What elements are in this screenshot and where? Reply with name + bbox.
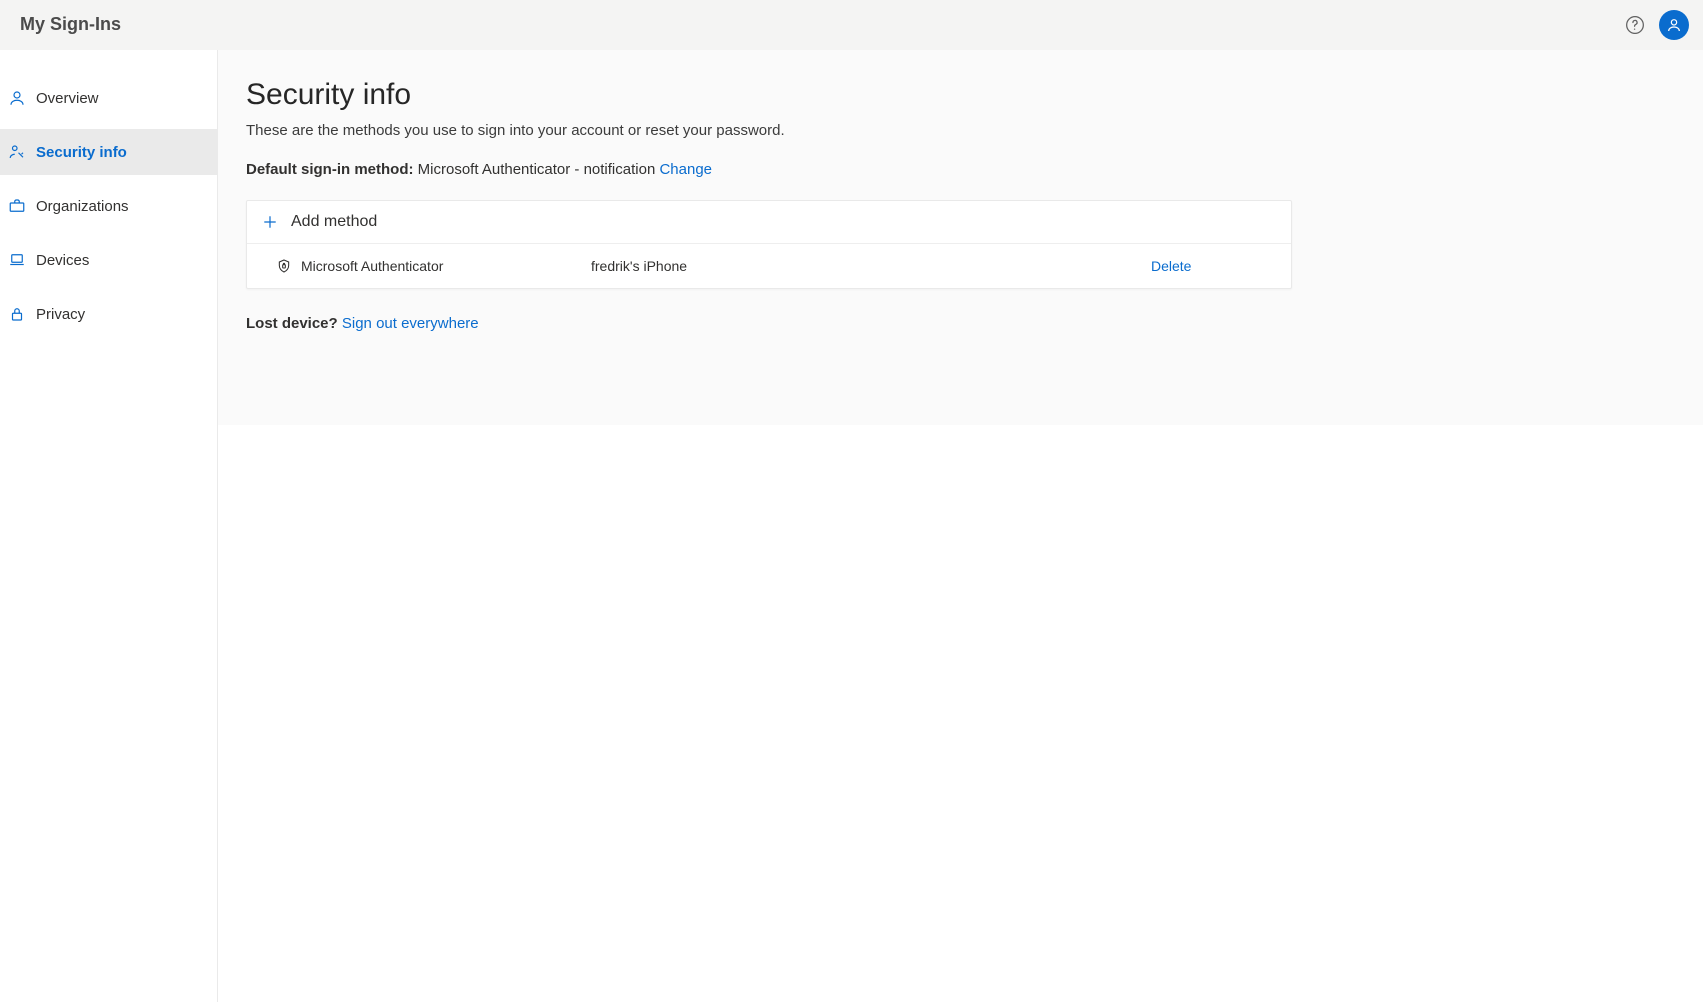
default-signin-value: Microsoft Authenticator - notification bbox=[418, 161, 656, 178]
method-row: Microsoft Authenticator fredrik's iPhone… bbox=[247, 244, 1291, 288]
method-device: fredrik's iPhone bbox=[591, 258, 1151, 274]
sidebar-item-overview[interactable]: Overview bbox=[0, 75, 217, 121]
sidebar-item-label: Overview bbox=[36, 90, 99, 107]
delete-method-link[interactable]: Delete bbox=[1151, 258, 1191, 274]
sidebar-item-organizations[interactable]: Organizations bbox=[0, 183, 217, 229]
authenticator-icon bbox=[267, 258, 301, 274]
sidebar-item-label: Security info bbox=[36, 144, 127, 161]
add-method-button[interactable]: Add method bbox=[247, 201, 1291, 244]
lock-icon bbox=[8, 305, 26, 323]
plus-icon bbox=[261, 213, 279, 231]
laptop-icon bbox=[8, 251, 26, 269]
help-icon[interactable] bbox=[1625, 15, 1645, 35]
topbar-actions bbox=[1625, 10, 1689, 40]
change-default-link[interactable]: Change bbox=[659, 161, 712, 178]
lost-device-label: Lost device? bbox=[246, 315, 338, 332]
sidebar-item-label: Devices bbox=[36, 252, 89, 269]
sidebar: Overview Security info Organizations bbox=[0, 50, 218, 1002]
page-subtitle: These are the methods you use to sign in… bbox=[246, 122, 1675, 139]
briefcase-icon bbox=[8, 197, 26, 215]
default-signin-label: Default sign-in method: bbox=[246, 161, 414, 178]
add-method-label: Add method bbox=[291, 213, 377, 231]
sign-out-everywhere-link[interactable]: Sign out everywhere bbox=[342, 315, 479, 332]
page-title: Security info bbox=[246, 78, 1675, 112]
sidebar-item-security-info[interactable]: Security info bbox=[0, 129, 217, 175]
lost-device-row: Lost device? Sign out everywhere bbox=[246, 315, 1675, 332]
person-icon bbox=[8, 89, 26, 107]
sidebar-item-label: Privacy bbox=[36, 306, 85, 323]
sidebar-item-label: Organizations bbox=[36, 198, 129, 215]
sidebar-item-devices[interactable]: Devices bbox=[0, 237, 217, 283]
main-content: Security info These are the methods you … bbox=[218, 50, 1703, 1002]
topbar: My Sign-Ins bbox=[0, 0, 1703, 50]
method-name: Microsoft Authenticator bbox=[301, 258, 591, 274]
sidebar-item-privacy[interactable]: Privacy bbox=[0, 291, 217, 337]
key-person-icon bbox=[8, 143, 26, 161]
account-avatar[interactable] bbox=[1659, 10, 1689, 40]
app-title: My Sign-Ins bbox=[20, 14, 121, 35]
default-signin-row: Default sign-in method: Microsoft Authen… bbox=[246, 161, 1675, 178]
layout: Overview Security info Organizations bbox=[0, 50, 1703, 1002]
methods-card: Add method Microsoft Authenticator fredr… bbox=[246, 200, 1292, 289]
